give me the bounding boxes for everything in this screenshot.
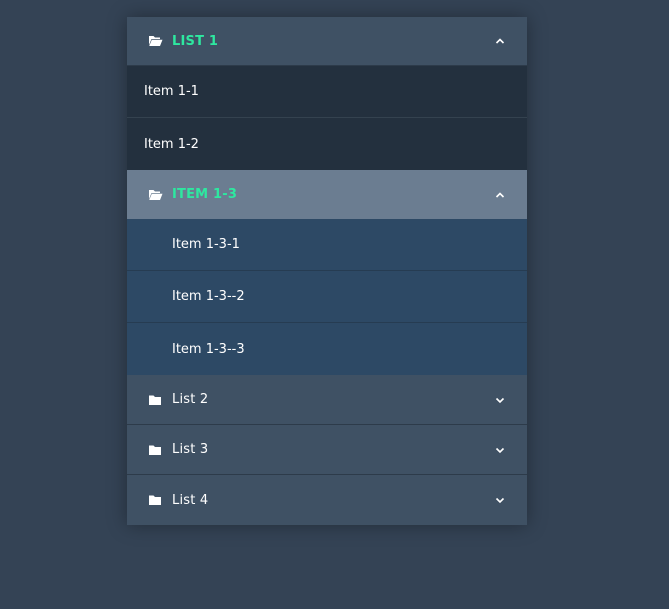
folder-icon	[148, 493, 164, 507]
folder-open-icon	[148, 34, 164, 48]
chevron-up-icon[interactable]	[494, 189, 506, 201]
sub-item-label: Item 1-3--3	[172, 341, 245, 357]
list-3-header[interactable]: List 3	[127, 425, 527, 475]
list-1-label: LIST 1	[172, 33, 219, 49]
list-item-1-2[interactable]: Item 1-2	[127, 118, 527, 170]
sub-item-label: Item 1-3-1	[172, 237, 240, 252]
folder-icon	[148, 393, 164, 407]
list-2-header[interactable]: List 2	[127, 375, 527, 425]
sub-item-1-3-3[interactable]: Item 1-3--3	[127, 323, 527, 375]
chevron-down-icon[interactable]	[494, 444, 506, 456]
list-item-label: Item 1-2	[144, 136, 199, 152]
folder-open-icon	[148, 188, 164, 202]
list-4-header[interactable]: List 4	[127, 475, 527, 525]
list-2-label: List 2	[172, 392, 209, 407]
sub-item-1-3-1[interactable]: Item 1-3-1	[127, 219, 527, 271]
list-item-label: Item 1-1	[144, 84, 199, 99]
sub-item-1-3-2[interactable]: Item 1-3--2	[127, 271, 527, 323]
chevron-up-icon[interactable]	[494, 35, 506, 47]
item-1-3-header[interactable]: ITEM 1-3	[127, 170, 527, 219]
chevron-down-icon[interactable]	[494, 494, 506, 506]
list-3-label: List 3	[172, 442, 209, 457]
accordion-menu: LIST 1 Item 1-1 Item 1-2 ITEM 1-3 Item 1…	[127, 17, 527, 525]
list-4-label: List 4	[172, 492, 209, 508]
list-item-1-1[interactable]: Item 1-1	[127, 66, 527, 118]
list-1-header[interactable]: LIST 1	[127, 17, 527, 66]
sub-item-label: Item 1-3--2	[172, 289, 245, 304]
item-1-3-label: ITEM 1-3	[172, 187, 238, 202]
folder-icon	[148, 443, 164, 457]
chevron-down-icon[interactable]	[494, 394, 506, 406]
